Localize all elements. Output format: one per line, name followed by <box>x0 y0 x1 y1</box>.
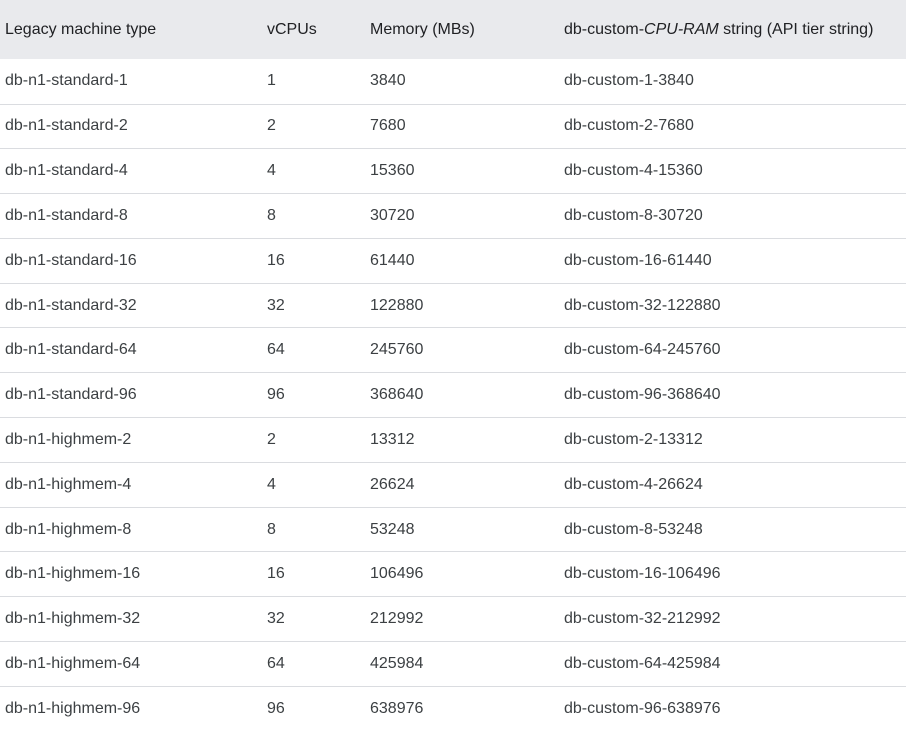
cell-memory: 638976 <box>370 700 424 717</box>
cell-vcpus: 1 <box>262 59 365 105</box>
cell-api-string: db-custom-64-245760 <box>559 327 906 374</box>
cell-memory: 15360 <box>365 148 559 195</box>
cell-machine-type: db-n1-standard-4 <box>0 148 262 195</box>
table-row: db-n1-highmem-2 2 13312 db-custom-2-13312 <box>0 417 906 463</box>
cell-machine-type: db-n1-highmem-96 <box>5 700 141 717</box>
cell-vcpus: 16 <box>262 551 365 598</box>
cell-memory: 245760 <box>365 327 559 374</box>
header-api-prefix: db-custom- <box>564 20 645 38</box>
table-row: db-n1-highmem-8 8 53248 db-custom-8-53248 <box>0 507 906 553</box>
cell-machine-type: db-n1-highmem-64 <box>0 641 262 687</box>
cell-api-string: db-custom-8-30720 <box>559 193 906 239</box>
cell-machine-type: db-n1-standard-64 <box>0 327 262 374</box>
cell-api-string: db-custom-2-13312 <box>559 417 906 463</box>
cell-memory: 53248 <box>365 507 559 553</box>
cell-machine-type: db-n1-standard-16 <box>0 238 262 284</box>
header-api-italic: CPU-RAM <box>644 20 719 38</box>
table-row: db-n1-standard-32 32 122880 db-custom-32-12… <box>0 283 906 329</box>
table-row: db-n1-highmem-16 16 106496 db-custom-16-106… <box>0 551 906 598</box>
header-api-tier-string: db-custom-CPU-RAM string (API tier strin… <box>559 0 906 59</box>
cell-vcpus: 32 <box>262 283 365 329</box>
cell-memory: 13312 <box>365 417 559 463</box>
table-row: db-n1-standard-64 64 245760 db-custom-64-24… <box>0 327 906 374</box>
cell-api-string: db-custom-16-106496 <box>559 551 906 598</box>
cell-api-string: db-custom-32-122880 <box>559 283 906 329</box>
cell-memory: 212992 <box>365 596 559 643</box>
cell-machine-type: db-n1-standard-96 <box>0 372 262 419</box>
cell-vcpus: 64 <box>262 327 365 374</box>
cell-vcpus: 64 <box>262 641 365 687</box>
cell-vcpus: 4 <box>262 462 365 508</box>
cell-memory: 122880 <box>365 283 559 329</box>
table-body: db-n1-standard-1 1 3840 db-custom-1-3840 db… <box>0 59 906 731</box>
table-row: db-n1-standard-96 96 368640 db-custom-96-36… <box>0 372 906 419</box>
cell-machine-type: db-n1-highmem-32 <box>0 596 262 643</box>
table-row: db-n1-highmem-32 32 212992 db-custom-32-212… <box>0 596 906 643</box>
cell-vcpus: 2 <box>262 104 365 150</box>
cell-memory: 7680 <box>365 104 559 150</box>
cell-memory: 425984 <box>365 641 559 687</box>
cell-vcpus: 32 <box>262 596 365 643</box>
table-row: db-n1-highmem-4 4 26624 db-custom-4-26624 <box>0 462 906 508</box>
header-row: Legacy machine type vCPUs Memory (MBs) d… <box>0 0 906 59</box>
cell-memory: 3840 <box>365 59 559 105</box>
cell-machine-type: db-n1-standard-2 <box>0 104 262 150</box>
cell-machine-type: db-n1-standard-1 <box>0 59 262 105</box>
cell-api-string: db-custom-64-425984 <box>559 641 906 687</box>
table-row: db-n1-highmem-64 64 425984 db-custom-64-425… <box>0 641 906 687</box>
table-row: db-n1-standard-8 8 30720 db-custom-8-30720 <box>0 193 906 239</box>
header-api-suffix: string (API tier string) <box>718 20 874 38</box>
header-machine-type: Legacy machine type <box>0 0 262 59</box>
cell-api-string: db-custom-32-212992 <box>559 596 906 643</box>
table-row: db-n1-standard-2 2 7680 db-custom-2-7680 <box>0 104 906 150</box>
cell-api-string: db-custom-1-3840 <box>559 59 906 105</box>
cell-machine-type: db-n1-standard-8 <box>0 193 262 239</box>
cell-api-string: db-custom-4-15360 <box>559 148 906 195</box>
cell-memory: 106496 <box>365 551 559 598</box>
cell-api-string: db-custom-96-638976 <box>564 700 721 717</box>
cell-machine-type: db-n1-highmem-4 <box>0 462 262 508</box>
cell-api-string: db-custom-16-61440 <box>559 238 906 284</box>
cell-machine-type: db-n1-highmem-2 <box>0 417 262 463</box>
cell-machine-type: db-n1-highmem-16 <box>0 551 262 598</box>
cell-vcpus: 8 <box>262 193 365 239</box>
machine-type-table: Legacy machine type vCPUs Memory (MBs) d… <box>0 0 906 731</box>
header-vcpus: vCPUs <box>262 0 365 59</box>
cell-api-string: db-custom-8-53248 <box>559 507 906 553</box>
cell-memory: 61440 <box>365 238 559 284</box>
cell-memory: 30720 <box>365 193 559 239</box>
cell-vcpus: 16 <box>262 238 365 284</box>
table-row: db-n1-standard-16 16 61440 db-custom-16-614… <box>0 238 906 284</box>
cell-api-string: db-custom-96-368640 <box>559 372 906 419</box>
cell-memory: 368640 <box>365 372 559 419</box>
table-row: db-n1-highmem-96 96 638976 db-custom-96-638… <box>0 686 906 731</box>
cell-api-string: db-custom-4-26624 <box>559 462 906 508</box>
cell-vcpus: 96 <box>262 372 365 419</box>
cell-vcpus: 4 <box>262 148 365 195</box>
cell-vcpus: 2 <box>262 417 365 463</box>
table-row: db-n1-standard-1 1 3840 db-custom-1-3840 <box>0 59 906 105</box>
table-row: db-n1-standard-4 4 15360 db-custom-4-15360 <box>0 148 906 195</box>
cell-machine-type: db-n1-highmem-8 <box>0 507 262 553</box>
cell-vcpus: 96 <box>267 700 285 717</box>
cell-memory: 26624 <box>365 462 559 508</box>
header-memory: Memory (MBs) <box>365 0 559 59</box>
table-header: Legacy machine type vCPUs Memory (MBs) d… <box>0 0 906 59</box>
cell-machine-type: db-n1-standard-32 <box>0 283 262 329</box>
cell-vcpus: 8 <box>262 507 365 553</box>
cell-api-string: db-custom-2-7680 <box>559 104 906 150</box>
